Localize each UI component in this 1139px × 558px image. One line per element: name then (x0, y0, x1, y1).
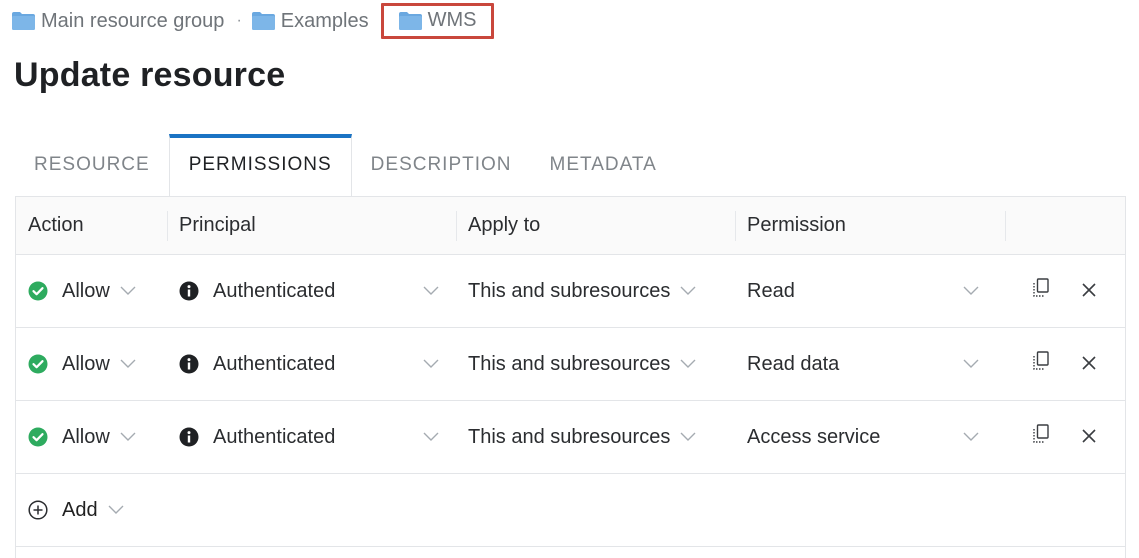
copy-icon (1032, 424, 1050, 450)
chevron-down-icon (120, 359, 136, 369)
chevron-down-icon (423, 286, 439, 296)
clone-button[interactable] (1017, 344, 1065, 384)
principal-select[interactable]: Authenticated (179, 353, 439, 376)
header-principal: Principal (167, 197, 456, 254)
clone-button[interactable] (1017, 271, 1065, 311)
breadcrumb-separator: · (236, 12, 242, 29)
header-tools (1005, 197, 1125, 254)
chevron-down-icon (680, 359, 696, 369)
info-icon (179, 281, 199, 301)
apply-to-value: This and subresources (468, 352, 671, 375)
table-row: Allow Authenticated This and subresource… (16, 255, 1125, 328)
principal-value: Authenticated (213, 425, 336, 448)
breadcrumb-label: Main resource group (41, 9, 225, 32)
breadcrumb-label: WMS (427, 9, 477, 31)
breadcrumb: Main resource group · Examples WMS (12, 2, 495, 39)
check-circle-icon (28, 354, 48, 374)
table-header: Action Principal Apply to Permission (16, 197, 1125, 255)
tab-metadata[interactable]: METADATA (531, 134, 676, 196)
close-icon (1082, 426, 1096, 449)
chevron-down-icon (120, 432, 136, 442)
chevron-down-icon (963, 286, 979, 296)
header-permission: Permission (735, 197, 1005, 254)
copy-icon (1032, 351, 1050, 377)
remove-button[interactable] (1065, 271, 1113, 311)
action-select[interactable]: Allow (28, 280, 136, 303)
principal-select[interactable]: Authenticated (179, 280, 439, 303)
apply-to-value: This and subresources (468, 425, 671, 448)
tab-permissions[interactable]: PERMISSIONS (168, 134, 352, 196)
info-icon (179, 427, 199, 447)
page-title: Update resource (14, 56, 286, 94)
chevron-down-icon (423, 359, 439, 369)
remove-button[interactable] (1065, 344, 1113, 384)
permission-select[interactable]: Read (747, 280, 979, 303)
tab-resource[interactable]: RESOURCE (15, 134, 169, 196)
check-circle-icon (28, 281, 48, 301)
table-row: Allow Authenticated This and subresource… (16, 328, 1125, 401)
breadcrumb-main-resource-group[interactable]: Main resource group (12, 6, 224, 36)
principal-value: Authenticated (213, 352, 336, 375)
permission-select[interactable]: Access service (747, 426, 979, 449)
apply-to-select[interactable]: This and subresources (468, 280, 696, 303)
chevron-down-icon (963, 432, 979, 442)
permission-select[interactable]: Read data (747, 353, 979, 376)
chevron-down-icon (680, 432, 696, 442)
chevron-down-icon (680, 286, 696, 296)
principal-select[interactable]: Authenticated (179, 426, 439, 449)
permissions-table: Action Principal Apply to Permission All… (15, 196, 1126, 558)
close-icon (1082, 353, 1096, 376)
apply-to-select[interactable]: This and subresources (468, 426, 696, 449)
action-value: Allow (62, 352, 110, 375)
action-value: Allow (62, 425, 110, 448)
permission-value: Read data (747, 352, 840, 375)
add-label: Add (62, 498, 98, 521)
close-icon (1082, 280, 1096, 303)
tab-bar: RESOURCE PERMISSIONS DESCRIPTION METADAT… (15, 134, 676, 196)
breadcrumb-label: Examples (280, 9, 369, 32)
info-icon (179, 354, 199, 374)
folder-icon (12, 12, 35, 30)
apply-to-select[interactable]: This and subresources (468, 353, 696, 376)
remove-button[interactable] (1065, 417, 1113, 457)
chevron-down-icon (963, 359, 979, 369)
principal-value: Authenticated (213, 279, 336, 302)
add-button[interactable]: Add (28, 499, 124, 522)
chevron-down-icon (120, 286, 136, 296)
check-circle-icon (28, 427, 48, 447)
action-select[interactable]: Allow (28, 426, 136, 449)
clone-button[interactable] (1017, 417, 1065, 457)
tab-description[interactable]: DESCRIPTION (352, 134, 531, 196)
chevron-down-icon (108, 505, 124, 515)
action-value: Allow (62, 279, 110, 302)
header-apply-to: Apply to (456, 197, 735, 254)
folder-icon (251, 12, 275, 30)
permission-value: Read (747, 279, 795, 302)
chevron-down-icon (423, 432, 439, 442)
breadcrumb-examples[interactable]: Examples (251, 6, 369, 36)
breadcrumb-wms[interactable]: WMS (380, 2, 495, 39)
header-action: Action (28, 214, 84, 236)
table-row: Allow Authenticated This and subresource… (16, 401, 1125, 474)
plus-circle-icon (28, 500, 48, 520)
add-row: Add (16, 474, 1125, 547)
apply-to-value: This and subresources (468, 279, 671, 302)
copy-icon (1032, 278, 1050, 304)
action-select[interactable]: Allow (28, 353, 136, 376)
permission-value: Access service (747, 425, 881, 448)
folder-icon (398, 11, 422, 30)
